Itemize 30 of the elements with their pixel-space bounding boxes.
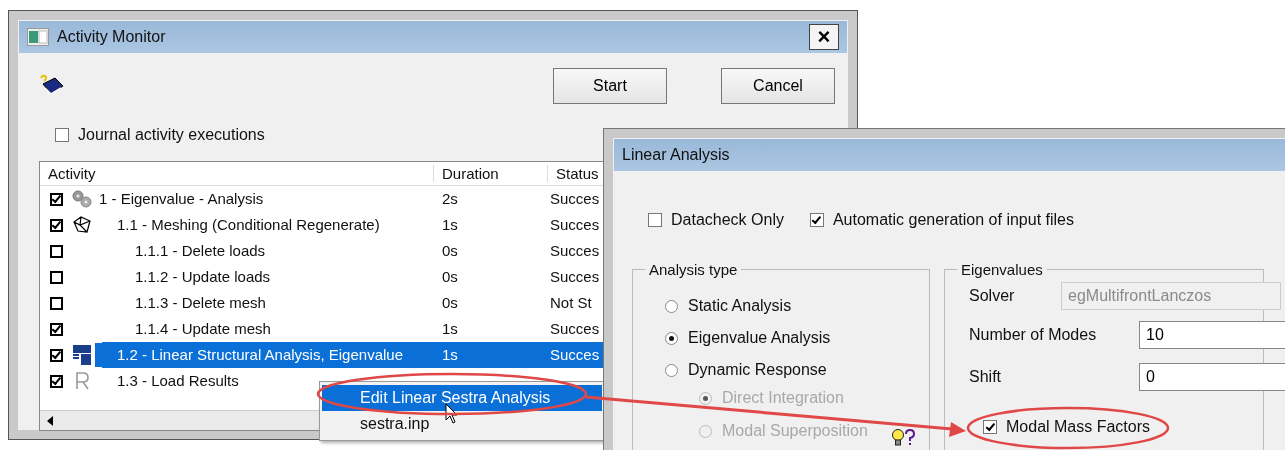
radio-label: Eigenvalue Analysis (688, 329, 831, 347)
duration-cell-text: 0s (442, 293, 458, 313)
field-label: Number of Modes (969, 326, 1098, 344)
status-cell-text: Succes (550, 215, 600, 235)
field-label: Shift (969, 368, 1002, 386)
option-label: Automatic generation of input files (832, 211, 1074, 229)
option-label: Modal Mass Factors (1006, 418, 1151, 436)
duration-cell-text: 0s (442, 267, 458, 287)
group-title: Eigenvalues (960, 261, 1044, 278)
status-cell-text: Not St (550, 293, 592, 313)
journal-label: Journal activity executions (78, 126, 265, 144)
status-cell-text: Succes (550, 189, 600, 209)
window-title: Linear Analysis (622, 146, 730, 164)
duration-cell-text: 1s (442, 319, 458, 339)
status-cell-text: Succes (550, 345, 600, 365)
radio-label: Dynamic Response (688, 361, 827, 379)
duration-cell-text: 0s (442, 241, 458, 261)
option-label: Datacheck Only (671, 211, 784, 229)
field-label: Solver (969, 287, 1016, 305)
duration-cell-text: 2s (442, 189, 458, 209)
status-cell-text: Succes (550, 241, 600, 261)
status-cell-text: Succes (550, 319, 600, 339)
duration-cell-text: 1s (442, 345, 458, 365)
window-title: Activity Monitor (57, 28, 166, 46)
group-title: Analysis type (648, 261, 739, 278)
radio-label: Static Analysis (688, 297, 792, 315)
radio-label: Direct Integration (722, 389, 844, 407)
status-cell-text: Succes (550, 267, 600, 287)
radio-label: Modal Superposition (722, 422, 868, 440)
duration-cell-text: 1s (442, 215, 458, 235)
